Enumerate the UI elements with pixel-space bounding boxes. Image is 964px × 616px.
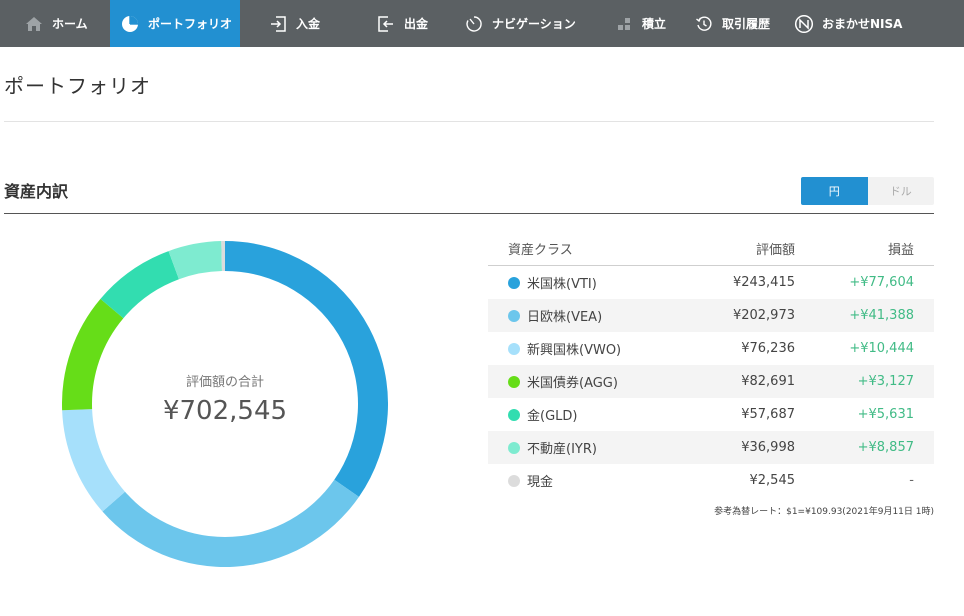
- nav-item-label: 入金: [296, 17, 321, 31]
- legend-dot: [508, 276, 520, 289]
- currency-yen-button[interactable]: 円: [801, 177, 868, 205]
- nav-item-label: ナビゲーション: [492, 17, 576, 31]
- legend-dot: [508, 408, 520, 421]
- asset-value: ¥2,545: [749, 473, 796, 488]
- nav-item-label: おまかせNISA: [822, 17, 903, 31]
- legend-dot: [508, 309, 520, 322]
- table-row: 日欧株(VEA) ¥202,973 +¥41,388: [488, 299, 934, 332]
- asset-value: ¥57,687: [741, 407, 795, 422]
- page-title: ポートフォリオ: [4, 74, 151, 98]
- asset-name: 金(GLD): [527, 409, 578, 424]
- asset-gain: +¥5,631: [857, 407, 914, 422]
- nisa-icon: [794, 14, 814, 34]
- accumulate-icon: [614, 14, 634, 34]
- donut-slice: [62, 298, 124, 411]
- nav-item-navigation[interactable]: ナビゲーション: [436, 0, 584, 47]
- asset-donut-chart: [62, 241, 388, 567]
- legend-dot: [508, 342, 520, 355]
- nav-item-label: 出金: [404, 17, 429, 31]
- asset-value: ¥82,691: [741, 374, 795, 389]
- currency-dollar-button[interactable]: ドル: [867, 177, 934, 205]
- nav-item-portfolio[interactable]: ポートフォリオ: [110, 0, 240, 47]
- asset-gain: +¥77,604: [849, 275, 914, 290]
- asset-gain: -: [909, 473, 914, 488]
- asset-gain: +¥10,444: [849, 341, 914, 356]
- asset-name: 日欧株(VEA): [527, 310, 603, 325]
- table-row: 米国株(VTI) ¥243,415 +¥77,604: [488, 266, 934, 299]
- asset-name: 米国株(VTI): [527, 277, 597, 292]
- nav-item-label: ポートフォリオ: [148, 17, 233, 31]
- asset-value: ¥76,236: [741, 341, 795, 356]
- nav-item-deposit[interactable]: 入金: [240, 0, 348, 47]
- nav-item-label: 取引履歴: [722, 17, 771, 31]
- asset-value: ¥36,998: [741, 440, 795, 455]
- pie-chart-icon: [120, 14, 140, 34]
- donut-slice: [100, 251, 179, 319]
- asset-name: 米国債券(AGG): [527, 376, 618, 391]
- withdraw-icon: [376, 14, 396, 34]
- legend-dot: [508, 375, 520, 388]
- legend-dot: [508, 441, 520, 454]
- top-nav: ホーム ポートフォリオ 入金 出金 ナビゲーション 積立 取引履歴 おまかせNI…: [0, 0, 964, 47]
- asset-value: ¥243,415: [732, 275, 795, 290]
- asset-name: 新興国株(VWO): [527, 343, 622, 358]
- asset-gain: +¥8,857: [857, 440, 914, 455]
- asset-value: ¥202,973: [732, 308, 795, 323]
- asset-name: 不動産(IYR): [527, 442, 597, 457]
- exchange-rate-note: 参考為替レート：$1=¥109.93(2021年9月11日 1時): [714, 507, 934, 517]
- nav-item-label: ホーム: [52, 17, 88, 31]
- table-header: 資産クラス 評価額 損益: [488, 232, 934, 266]
- section-title: 資産内訳: [4, 182, 69, 201]
- nav-item-home[interactable]: ホーム: [0, 0, 110, 47]
- table-row: 米国債券(AGG) ¥82,691 +¥3,127: [488, 365, 934, 398]
- nav-item-withdraw[interactable]: 出金: [348, 0, 436, 47]
- table-row: 現金 ¥2,545 -: [488, 464, 934, 497]
- donut-slice: [225, 241, 388, 497]
- home-icon: [24, 14, 44, 34]
- asset-gain: +¥41,388: [849, 308, 914, 323]
- currency-toggle: 円 ドル: [801, 177, 934, 205]
- deposit-icon: [268, 14, 288, 34]
- donut-slice: [62, 409, 126, 512]
- nav-item-nisa[interactable]: おまかせNISA: [784, 0, 916, 47]
- legend-dot: [508, 474, 520, 487]
- asset-name: 現金: [527, 475, 554, 490]
- asset-gain: +¥3,127: [857, 374, 914, 389]
- nav-item-label: 積立: [642, 17, 667, 31]
- history-icon: [694, 14, 714, 34]
- header-value: 評価額: [755, 243, 795, 258]
- header-asset-class: 資産クラス: [508, 243, 573, 258]
- table-row: 不動産(IYR) ¥36,998 +¥8,857: [488, 431, 934, 464]
- donut-slice: [102, 479, 359, 567]
- section-divider: [4, 213, 934, 214]
- divider: [4, 121, 934, 122]
- nav-item-history[interactable]: 取引履歴: [678, 0, 784, 47]
- header-gain: 損益: [887, 243, 914, 258]
- asset-table: 資産クラス 評価額 損益 米国株(VTI) ¥243,415 +¥77,604 …: [488, 232, 934, 497]
- table-row: 金(GLD) ¥57,687 +¥5,631: [488, 398, 934, 431]
- nav-item-accumulate[interactable]: 積立: [584, 0, 678, 47]
- table-row: 新興国株(VWO) ¥76,236 +¥10,444: [488, 332, 934, 365]
- timer-icon: [464, 14, 484, 34]
